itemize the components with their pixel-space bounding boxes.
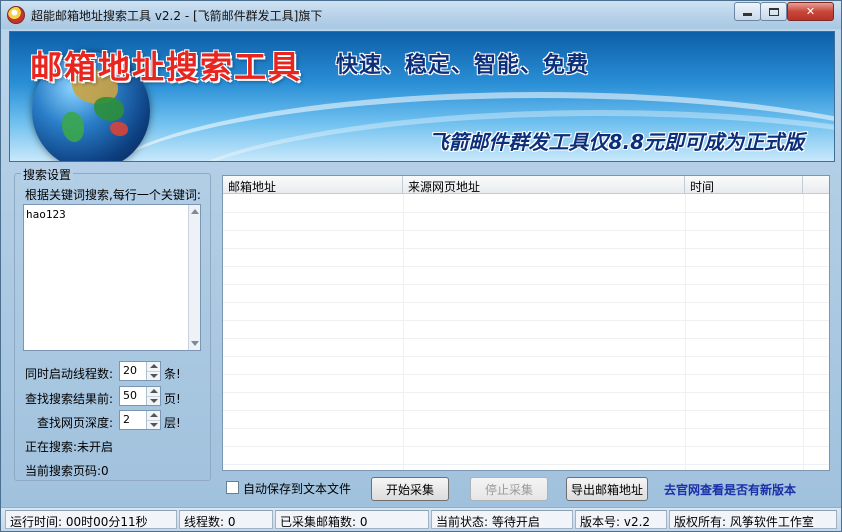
threads-unit: 条! bbox=[164, 367, 181, 381]
grid-row-line bbox=[223, 302, 829, 303]
results-table[interactable]: 邮箱地址 来源网页地址 时间 bbox=[222, 175, 830, 471]
grid-row-line bbox=[223, 356, 829, 357]
close-button[interactable]: ✕ bbox=[787, 2, 834, 21]
grid-row-line bbox=[223, 266, 829, 267]
status-copyright: 版权所有: 风筝软件工作室 bbox=[669, 510, 837, 529]
status-runtime: 运行时间: 00时00分11秒 bbox=[5, 510, 177, 529]
auto-save-checkbox[interactable] bbox=[226, 481, 239, 494]
keyword-label: 根据关键词搜索,每行一个关键词: bbox=[25, 188, 201, 202]
status-state: 当前状态: 等待开启 bbox=[431, 510, 573, 529]
column-header-source-url[interactable]: 来源网页地址 bbox=[403, 176, 685, 194]
column-header-time[interactable]: 时间 bbox=[685, 176, 803, 194]
pages-unit: 页! bbox=[164, 392, 181, 406]
grid-row-line bbox=[223, 212, 829, 213]
title-bar[interactable]: 超能邮箱地址搜索工具 v2.2 - [飞箭邮件群发工具]旗下 ✕ bbox=[1, 1, 841, 29]
grid-row-line bbox=[223, 446, 829, 447]
minimize-icon bbox=[743, 13, 752, 16]
maximize-icon bbox=[768, 7, 779, 16]
grid-row-line bbox=[223, 410, 829, 411]
status-collected: 已采集邮箱数: 0 bbox=[275, 510, 429, 529]
status-version: 版本号: v2.2 bbox=[575, 510, 667, 529]
update-link[interactable]: 去官网查看是否有新版本 bbox=[664, 481, 796, 498]
start-button[interactable]: 开始采集 bbox=[371, 477, 449, 501]
grid-row-line bbox=[223, 392, 829, 393]
grid-row-line bbox=[223, 374, 829, 375]
depth-unit: 层! bbox=[164, 416, 181, 430]
keywords-value: hao123 bbox=[26, 208, 66, 221]
export-button[interactable]: 导出邮箱地址 bbox=[566, 477, 648, 501]
search-settings-title: 搜索设置 bbox=[21, 166, 74, 183]
banner-title: 邮箱地址搜索工具 bbox=[30, 48, 303, 86]
grid-row-line bbox=[223, 428, 829, 429]
searching-status: 正在搜索:未开启 bbox=[25, 440, 114, 454]
grid-row-line bbox=[223, 464, 829, 465]
banner-promo: 飞箭邮件群发工具仅8.8元即可成为正式版 bbox=[428, 130, 804, 154]
depth-stepper[interactable]: 2 bbox=[119, 410, 161, 430]
depth-label: 查找网页深度: bbox=[37, 416, 114, 430]
threads-decrement-button[interactable] bbox=[147, 371, 160, 380]
keywords-scrollbar[interactable] bbox=[188, 205, 200, 350]
current-page-status: 当前搜索页码:0 bbox=[25, 464, 109, 478]
threads-label: 同时启动线程数: bbox=[25, 367, 114, 381]
pages-label: 查找搜索结果前: bbox=[25, 392, 114, 406]
app-logo-icon bbox=[7, 6, 25, 24]
grid-row-line bbox=[223, 248, 829, 249]
grid-row-line bbox=[223, 320, 829, 321]
table-header: 邮箱地址 来源网页地址 时间 bbox=[223, 176, 829, 194]
status-threads: 线程数: 0 bbox=[179, 510, 273, 529]
column-header-email[interactable]: 邮箱地址 bbox=[223, 176, 403, 194]
status-bar: 运行时间: 00时00分11秒 线程数: 0 已采集邮箱数: 0 当前状态: 等… bbox=[1, 507, 841, 531]
pages-increment-button[interactable] bbox=[147, 387, 160, 396]
depth-value: 2 bbox=[123, 413, 130, 426]
depth-increment-button[interactable] bbox=[147, 411, 160, 420]
pages-stepper[interactable]: 50 bbox=[119, 386, 161, 406]
pages-decrement-button[interactable] bbox=[147, 396, 160, 405]
grid-row-line bbox=[223, 338, 829, 339]
threads-stepper[interactable]: 20 bbox=[119, 361, 161, 381]
pages-value: 50 bbox=[123, 389, 137, 402]
threads-value: 20 bbox=[123, 364, 137, 377]
grid-row-line bbox=[223, 230, 829, 231]
minimize-button[interactable] bbox=[734, 2, 761, 21]
window-title: 超能邮箱地址搜索工具 v2.2 - [飞箭邮件群发工具]旗下 bbox=[31, 9, 323, 23]
maximize-button[interactable] bbox=[760, 2, 787, 21]
stop-button[interactable]: 停止采集 bbox=[470, 477, 548, 501]
grid-row-line bbox=[223, 284, 829, 285]
banner-slogan: 快速、稳定、智能、免费 bbox=[336, 53, 590, 78]
keywords-textarea[interactable]: hao123 bbox=[23, 204, 201, 351]
auto-save-label[interactable]: 自动保存到文本文件 bbox=[243, 480, 351, 497]
banner: 邮箱地址搜索工具 快速、稳定、智能、免费 飞箭邮件群发工具仅8.8元即可成为正式… bbox=[9, 31, 835, 162]
main-window: 超能邮箱地址搜索工具 v2.2 - [飞箭邮件群发工具]旗下 ✕ 邮箱地址搜索工… bbox=[0, 0, 842, 532]
scroll-down-icon[interactable] bbox=[191, 341, 199, 346]
depth-decrement-button[interactable] bbox=[147, 420, 160, 429]
scroll-up-icon[interactable] bbox=[191, 209, 199, 214]
close-icon: ✕ bbox=[805, 5, 816, 18]
threads-increment-button[interactable] bbox=[147, 362, 160, 371]
